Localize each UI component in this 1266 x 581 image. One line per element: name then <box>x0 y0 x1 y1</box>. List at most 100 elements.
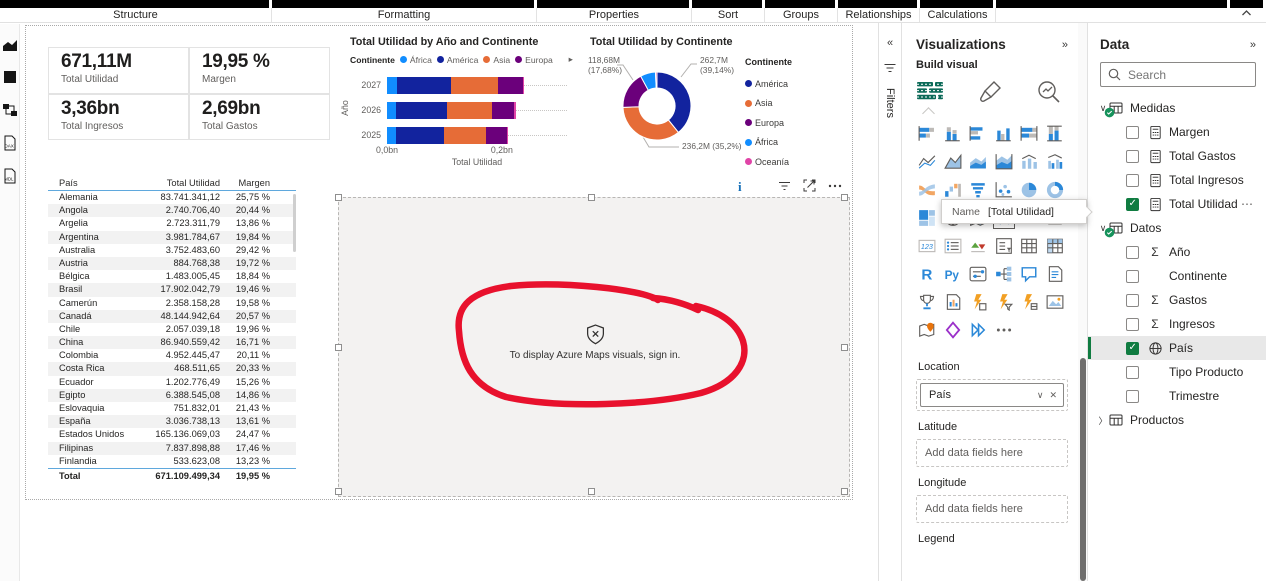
search-input[interactable]: Search <box>1100 62 1256 87</box>
slicer-icon[interactable] <box>993 235 1015 257</box>
tab-format-visual[interactable] <box>978 79 1002 105</box>
q-and-a-icon[interactable] <box>1018 263 1040 285</box>
field-checkbox[interactable] <box>1126 150 1139 163</box>
field-checkbox[interactable] <box>1126 246 1139 259</box>
deneb-visual-icon[interactable] <box>942 319 964 341</box>
power-automate-visual-2-icon[interactable] <box>1018 291 1040 313</box>
selection-handle[interactable] <box>588 488 595 495</box>
stacked-bar-chart-icon[interactable] <box>916 123 938 145</box>
col-header-total-utilidad[interactable]: Total Utilidad <box>144 176 220 190</box>
tree-field-país[interactable]: País <box>1088 336 1266 360</box>
field-checkbox[interactable] <box>1126 198 1139 211</box>
bar-segment-oceanía[interactable] <box>523 77 524 94</box>
100-stacked-column-chart-icon[interactable] <box>1044 123 1066 145</box>
focus-mode-icon[interactable] <box>803 179 816 192</box>
table-row[interactable]: Australia3.752.483,6029,42 % <box>48 244 296 257</box>
donut-slice-oceanía[interactable] <box>656 72 658 88</box>
table-row[interactable]: Estados Unidos165.136.069,0324,47 % <box>48 428 296 441</box>
field-pill-país[interactable]: País∨✕ <box>920 383 1064 407</box>
legend-item[interactable]: América <box>437 55 479 65</box>
table-icon[interactable] <box>1018 235 1040 257</box>
card-icon[interactable]: 123 <box>916 235 938 257</box>
more-options-icon[interactable]: ⋯ <box>1241 197 1254 211</box>
tree-table-productos[interactable]: 〉Productos <box>1088 408 1266 432</box>
donut-chart-icon[interactable] <box>1044 179 1066 201</box>
ribbon-tab-calculations[interactable]: Calculations <box>920 8 996 22</box>
line-and-clustered-column-chart-icon[interactable] <box>1044 151 1066 173</box>
tree-field-continente[interactable]: Continente <box>1088 264 1266 288</box>
col-header-pais[interactable]: País <box>48 176 144 190</box>
ribbon-tab-relationships[interactable]: Relationships <box>838 8 920 22</box>
stacked-bar[interactable] <box>387 102 516 119</box>
donut-slice-asia[interactable] <box>623 107 678 140</box>
table-row[interactable]: España3.036.738,1313,61 % <box>48 415 296 428</box>
legend-item[interactable]: Europa <box>745 113 792 133</box>
clustered-column-chart-icon[interactable] <box>993 123 1015 145</box>
well-placeholder[interactable]: Add data fields here <box>916 495 1068 523</box>
paginated-report-icon[interactable] <box>942 291 964 313</box>
clustered-bar-chart-icon[interactable] <box>967 123 989 145</box>
bar-segment-américa[interactable] <box>397 77 451 94</box>
report-view-icon[interactable] <box>2 36 18 52</box>
table-row[interactable]: Chile2.057.039,1819,96 % <box>48 323 296 336</box>
ribbon-tab-properties[interactable]: Properties <box>537 8 692 22</box>
field-checkbox[interactable] <box>1126 366 1139 379</box>
more-options-icon[interactable] <box>828 184 842 188</box>
collapse-ribbon-icon[interactable] <box>1241 9 1252 17</box>
kpi-card[interactable]: 19,95 %Margen <box>189 47 330 94</box>
ribbon-tab-groups[interactable]: Groups <box>765 8 838 22</box>
kpi-card[interactable]: 671,11MTotal Utilidad <box>48 47 189 94</box>
tree-table-datos[interactable]: ∨Datos <box>1088 216 1266 240</box>
legend-item[interactable]: África <box>745 133 792 153</box>
line-chart-icon[interactable] <box>916 151 938 173</box>
selection-handle[interactable] <box>335 488 342 495</box>
bar-segment-áfrica[interactable] <box>387 102 396 119</box>
field-checkbox[interactable] <box>1126 342 1139 355</box>
legend-item[interactable]: Asia <box>745 94 792 114</box>
bar-segment-américa[interactable] <box>396 127 444 144</box>
bar-segment-asia[interactable] <box>451 77 499 94</box>
bar-segment-oceanía[interactable] <box>507 127 508 144</box>
selection-handle[interactable] <box>841 488 848 495</box>
azure-maps-visual[interactable]: To display Azure Maps visuals, sign in. <box>338 197 850 497</box>
country-table-visual[interactable]: País Total Utilidad Margen Alemania83.74… <box>48 176 296 484</box>
kpi-card[interactable]: 2,69bnTotal Gastos <box>189 94 330 141</box>
table-row[interactable]: Austria884.768,3819,72 % <box>48 257 296 270</box>
table-header[interactable]: País Total Utilidad Margen <box>48 176 296 191</box>
donut-chart-visual[interactable]: Total Utilidad by Continente ContinenteA… <box>583 33 873 173</box>
tree-field-tipo-producto[interactable]: Tipo Producto <box>1088 360 1266 384</box>
table-row[interactable]: Costa Rica468.511,6520,33 % <box>48 362 296 375</box>
field-checkbox[interactable] <box>1126 126 1139 139</box>
tab-analytics[interactable] <box>1036 79 1062 105</box>
chevron-right-icon[interactable]: 〉 <box>1098 414 1108 427</box>
bar-segment-áfrica[interactable] <box>387 127 396 144</box>
power-platform-visual-icon[interactable] <box>967 319 989 341</box>
smart-narrative-icon[interactable] <box>1044 263 1066 285</box>
field-checkbox[interactable] <box>1126 294 1139 307</box>
filters-pane-collapsed[interactable]: « Filters <box>878 23 902 581</box>
table-row[interactable]: Bélgica1.483.005,4518,84 % <box>48 270 296 283</box>
stacked-area-chart-icon[interactable] <box>967 151 989 173</box>
table-row[interactable]: Colombia4.952.445,4720,11 % <box>48 349 296 362</box>
slicer-new-icon[interactable] <box>967 263 989 285</box>
pie-chart-icon[interactable] <box>1018 179 1040 201</box>
azure-maps-alt-icon[interactable] <box>916 319 938 341</box>
bar-segment-europa[interactable] <box>498 77 523 94</box>
collapse-visualizations-icon[interactable]: » <box>1062 39 1068 51</box>
table-row[interactable]: Argentina3.981.784,6719,84 % <box>48 231 296 244</box>
filter-icon[interactable] <box>778 180 791 192</box>
table-row[interactable]: Filipinas7.837.898,8817,46 % <box>48 442 296 455</box>
legend-item[interactable]: Oceanía <box>745 152 792 172</box>
tree-field-año[interactable]: ΣAño <box>1088 240 1266 264</box>
tmdl-view-icon[interactable]: MDL <box>2 168 18 184</box>
metrics-icon[interactable] <box>916 291 938 313</box>
treemap-icon[interactable] <box>916 207 938 229</box>
stacked-bar[interactable] <box>387 127 508 144</box>
bar-segment-américa[interactable] <box>396 102 447 119</box>
legend-item[interactable]: América <box>745 74 792 94</box>
table-row[interactable]: Angola2.740.706,4020,44 % <box>48 204 296 217</box>
expand-filters-icon[interactable]: « <box>887 37 893 49</box>
field-checkbox[interactable] <box>1126 390 1139 403</box>
bar-segment-europa[interactable] <box>486 127 507 144</box>
field-checkbox[interactable] <box>1126 318 1139 331</box>
